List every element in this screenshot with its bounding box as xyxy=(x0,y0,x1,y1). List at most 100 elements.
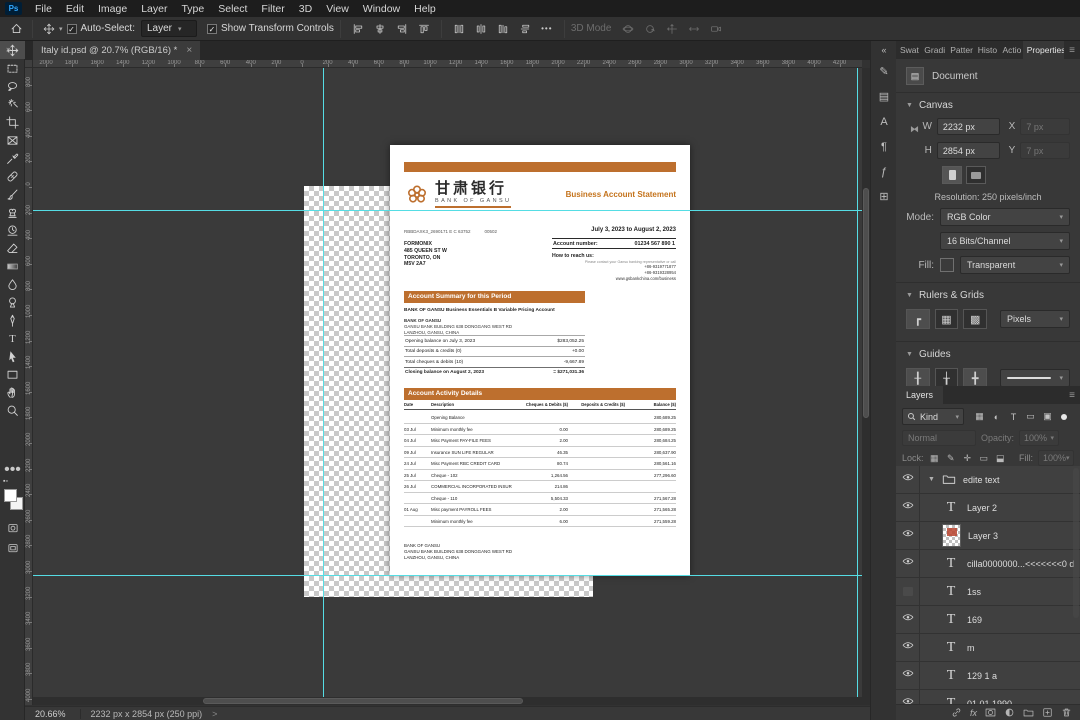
move-tool[interactable] xyxy=(0,41,25,59)
eraser-tool[interactable] xyxy=(0,239,25,257)
dodge-tool[interactable] xyxy=(0,293,25,311)
tab-actio[interactable]: Actio xyxy=(998,41,1022,59)
distribute-left-edges-icon[interactable] xyxy=(514,19,536,39)
edit-toolbar-icon[interactable]: ••• xyxy=(0,461,25,479)
canvas-x-field[interactable]: 7 px xyxy=(1020,118,1070,135)
spot-healing-brush-tool[interactable] xyxy=(0,167,25,185)
eyedropper-tool[interactable] xyxy=(0,149,25,167)
quick-mask-icon[interactable] xyxy=(0,519,25,537)
blur-tool[interactable] xyxy=(0,275,25,293)
auto-select-target-dropdown[interactable]: Layer ▾ xyxy=(141,20,197,37)
status-options-chevron[interactable]: > xyxy=(212,709,217,719)
horizontal-ruler[interactable]: 2000 1800 1600 1400 1200 1000 800 600 400 200 0 200… xyxy=(33,60,862,68)
guide-style-dropdown[interactable]: ▾ xyxy=(1000,369,1071,387)
clear-guides-icon[interactable]: ╋ xyxy=(963,368,988,388)
smart-object-filter-icon[interactable]: ▣ xyxy=(1040,409,1055,424)
vertical-ruler[interactable]: 800 600 400 200 0 200 400 600 800 1000 1200 1400 160… xyxy=(25,68,33,705)
brush-tool[interactable] xyxy=(0,185,25,203)
horizontal-guide[interactable] xyxy=(33,575,862,576)
horizontal-scrollbar[interactable] xyxy=(33,697,862,705)
type-tool[interactable]: T xyxy=(0,329,25,347)
menu-view[interactable]: View xyxy=(319,3,356,15)
tab-gradi[interactable]: Gradi xyxy=(920,41,946,59)
menu-edit[interactable]: Edit xyxy=(59,3,91,15)
zoom-tool[interactable] xyxy=(0,401,25,419)
menu-help[interactable]: Help xyxy=(407,3,443,15)
clone-stamp-tool[interactable] xyxy=(0,203,25,221)
layer-visibility-toggle[interactable] xyxy=(896,521,920,550)
layer-row[interactable]: T 129 1 a xyxy=(896,661,1080,690)
layer-row[interactable]: T Layer 2 xyxy=(896,493,1080,522)
delete-layer-icon[interactable] xyxy=(1061,707,1072,718)
tab-swat[interactable]: Swat xyxy=(896,41,920,59)
layer-visibility-toggle[interactable] xyxy=(896,605,920,634)
new-group-icon[interactable] xyxy=(1023,707,1034,718)
layer-visibility-toggle[interactable] xyxy=(896,689,920,704)
layer-row[interactable]: Tm xyxy=(896,633,1080,662)
canvas-fill-dropdown[interactable]: Transparent ▾ xyxy=(960,256,1070,274)
layer-row[interactable]: T 1ss xyxy=(896,577,1080,606)
menu-type[interactable]: Type xyxy=(174,3,211,15)
layer-row[interactable]: T 01.01.1990 xyxy=(896,689,1080,704)
gradient-tool[interactable] xyxy=(0,257,25,275)
portrait-orientation-button[interactable] xyxy=(942,166,962,184)
panel-menu-icon[interactable]: ≡ xyxy=(1064,386,1080,404)
character-panel-icon[interactable]: A xyxy=(871,109,897,134)
layer-visibility-toggle[interactable] xyxy=(896,633,920,662)
screen-mode-icon[interactable] xyxy=(0,539,25,557)
layer-mask-icon[interactable] xyxy=(985,707,996,718)
layer-filter-toggle[interactable] xyxy=(1061,413,1067,420)
libraries-panel-icon[interactable]: ⊞ xyxy=(871,184,897,209)
color-mode-dropdown[interactable]: RGB Color ▾ xyxy=(940,208,1070,226)
layer-visibility-toggle[interactable] xyxy=(896,661,920,690)
fill-color-swatch[interactable] xyxy=(940,258,954,272)
bit-depth-dropdown[interactable]: 16 Bits/Channel ▾ xyxy=(940,232,1070,250)
distribute-bottom-edges-icon[interactable] xyxy=(492,19,514,39)
tab-layers[interactable]: Layers xyxy=(896,386,944,404)
default-colors-icon[interactable]: ▪▫ xyxy=(3,478,8,485)
zoom-level-field[interactable]: 20.66% xyxy=(31,709,70,719)
toggle-pixel-grid-icon[interactable]: ▩ xyxy=(963,309,988,329)
layer-thumbnail[interactable] xyxy=(942,524,961,547)
new-layer-icon[interactable] xyxy=(1042,707,1053,718)
rectangle-tool[interactable] xyxy=(0,365,25,383)
shape-layer-filter-icon[interactable]: ▭ xyxy=(1023,409,1038,424)
path-selection-tool[interactable] xyxy=(0,347,25,365)
align-top-edges-icon[interactable] xyxy=(413,19,435,39)
hand-tool[interactable] xyxy=(0,383,25,401)
layer-filter-kind-dropdown[interactable]: Kind ▾ xyxy=(902,408,964,425)
layer-row[interactable]: T 169 xyxy=(896,605,1080,634)
move-tool-preset-icon[interactable] xyxy=(39,19,59,39)
layer-visibility-toggle[interactable] xyxy=(896,466,920,494)
menu-image[interactable]: Image xyxy=(91,3,134,15)
vertical-guide[interactable] xyxy=(857,68,858,705)
ruler-units-dropdown[interactable]: Pixels ▾ xyxy=(1000,310,1071,328)
rulers-grids-section-header[interactable]: ▼ Rulers & Grids xyxy=(896,283,1080,306)
frame-tool[interactable] xyxy=(0,131,25,149)
layer-fill-field[interactable]: 100% ▾ xyxy=(1038,450,1075,466)
history-brush-tool[interactable] xyxy=(0,221,25,239)
layer-effects-icon[interactable]: fx xyxy=(970,708,977,718)
lock-transparency-icon[interactable]: ▦ xyxy=(929,453,941,464)
link-dimensions-icon[interactable]: ⧓ xyxy=(910,124,919,135)
canvas-section-header[interactable]: ▼ Canvas xyxy=(896,93,1080,116)
vertical-guide[interactable] xyxy=(323,68,324,705)
align-left-edges-icon[interactable] xyxy=(347,19,369,39)
foreground-color-swatch[interactable] xyxy=(4,489,17,502)
lasso-tool[interactable] xyxy=(0,77,25,95)
menu-layer[interactable]: Layer xyxy=(134,3,174,15)
lock-guides-icon[interactable]: ╁ xyxy=(934,368,959,388)
pixel-layer-filter-icon[interactable]: ▦ xyxy=(972,409,987,424)
panel-menu-icon[interactable]: ≡ xyxy=(1064,41,1080,59)
distribute-top-edges-icon[interactable] xyxy=(448,19,470,39)
type-layer-filter-icon[interactable]: T xyxy=(1006,409,1021,424)
menu-file[interactable]: File xyxy=(28,3,59,15)
glyphs-panel-icon[interactable]: ƒ xyxy=(871,159,897,184)
toggle-guides-icon[interactable]: ╂ xyxy=(906,368,930,388)
chevron-down-icon[interactable]: ▼ xyxy=(928,476,935,483)
menu-filter[interactable]: Filter xyxy=(254,3,291,15)
tab-histo[interactable]: Histo xyxy=(974,41,999,59)
lock-position-icon[interactable]: ✛ xyxy=(962,453,974,464)
adjustment-layer-filter-icon[interactable]: ◐ xyxy=(989,409,1004,424)
opacity-field[interactable]: 100% ▾ xyxy=(1019,430,1060,446)
